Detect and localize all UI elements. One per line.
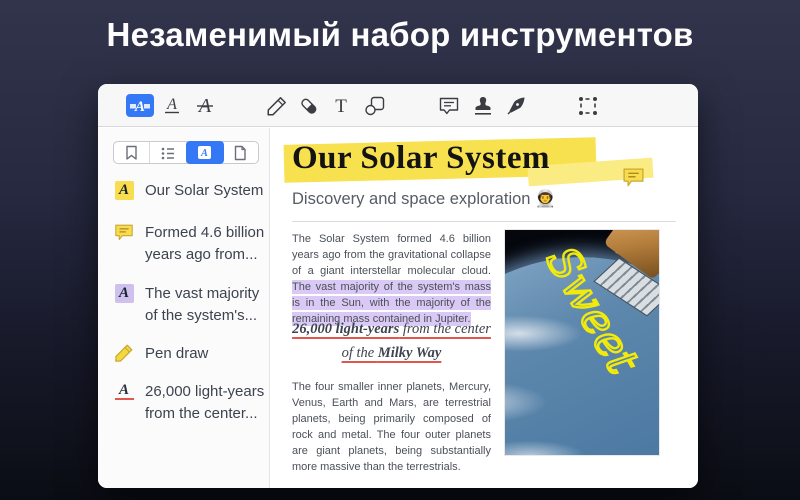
text-tool-button[interactable]: T: [327, 92, 355, 119]
svg-text:A: A: [134, 99, 145, 115]
underline-red-icon: A: [114, 381, 134, 401]
strikethrough-tool-button[interactable]: A: [191, 92, 219, 119]
annotation-item-label: Formed 4.6 billion years ago from...: [145, 224, 265, 263]
note-icon: [114, 222, 134, 242]
page-title: Незаменимый набор инструментов: [106, 16, 694, 53]
page-icon: [235, 145, 247, 160]
annotations-sidebar: A A Our Solar System Formed 4.6 billion …: [98, 128, 270, 488]
highlighter-icon: A: [130, 99, 150, 115]
note-annotation-icon[interactable]: [622, 167, 645, 193]
pencil-icon: [267, 96, 286, 116]
underline-tool-button[interactable]: A: [158, 92, 186, 119]
highlight-yellow-icon: A: [114, 180, 134, 200]
annotation-item-label: The vast majority of the system's...: [145, 285, 260, 324]
app-window: A A A T A A Our Solar System Formed 4.6 …: [98, 84, 698, 488]
tab-outline[interactable]: [150, 142, 187, 163]
annotation-item-underline[interactable]: A 26,000 light-years from the center...: [114, 381, 267, 425]
stamp-tool-button[interactable]: [469, 92, 497, 119]
tab-pages[interactable]: [223, 142, 258, 163]
document-page: Our Solar System Discovery and space exp…: [270, 128, 698, 488]
highlighter-tool-button[interactable]: A: [126, 94, 154, 117]
comment-icon: [439, 97, 459, 114]
stamp-icon: [475, 96, 491, 115]
eraser-tool-button[interactable]: [295, 92, 323, 119]
document-title: Our Solar System: [292, 140, 550, 176]
paragraph-2: The four smaller inner planets, Mercury,…: [292, 381, 491, 474]
shapes-tool-button[interactable]: [361, 92, 389, 119]
tab-annotations[interactable]: A: [185, 141, 224, 164]
quote-underlined[interactable]: 26,000 light-years from the center of th…: [292, 317, 491, 365]
pencil-tool-button[interactable]: [263, 92, 291, 119]
comment-tool-button[interactable]: [435, 92, 463, 119]
signature-pen-icon: [507, 97, 525, 114]
select-tool-button[interactable]: [574, 92, 602, 119]
outline-icon: [161, 147, 174, 159]
underline-icon: A: [165, 96, 179, 113]
quote-bold-2: Milky Way: [377, 345, 442, 361]
annotation-item-note[interactable]: Formed 4.6 billion years ago from...: [114, 222, 267, 266]
annotations-icon: A: [198, 146, 212, 159]
highlight-purple-icon: A: [114, 283, 134, 303]
divider: [292, 221, 676, 222]
annotation-toolbar: A A A T: [98, 84, 698, 127]
earth-photo: Sweet: [504, 229, 660, 456]
pen-drawing-sweet[interactable]: Sweet: [505, 230, 660, 456]
annotation-item-highlight-title[interactable]: A Our Solar System: [114, 180, 267, 202]
annotation-item-label: Our Solar System: [145, 182, 264, 199]
strikethrough-icon: A: [197, 95, 213, 117]
text-icon: T: [335, 96, 347, 117]
sidebar-tab-bar: A: [113, 141, 259, 164]
annotation-item-pen-draw[interactable]: Pen draw: [114, 343, 267, 365]
svg-text:T: T: [335, 96, 347, 117]
signature-pen-tool-button[interactable]: [502, 92, 530, 119]
select-icon: [579, 96, 597, 115]
tab-bookmarks[interactable]: [114, 142, 151, 163]
pen-icon: [114, 343, 134, 363]
document-subtitle: Discovery and space exploration 👨‍🚀: [292, 190, 556, 208]
svg-text:A: A: [200, 148, 208, 159]
shapes-icon: [365, 96, 385, 115]
annotation-item-highlight-purple[interactable]: A The vast majority of the system's...: [114, 283, 267, 327]
annotation-item-label: Pen draw: [145, 345, 209, 362]
svg-text:A: A: [166, 96, 177, 113]
eraser-icon: [301, 98, 317, 114]
bookmark-icon: [126, 145, 137, 160]
pen-annotation-text: Sweet: [535, 238, 648, 383]
annotation-item-label: 26,000 light-years from the center...: [145, 383, 265, 422]
paragraph-1-text: The Solar System formed 4.6 billion year…: [292, 233, 491, 278]
paragraph-1: The Solar System formed 4.6 billion year…: [292, 231, 491, 327]
quote-bold-1: 26,000 light-years: [292, 321, 400, 337]
